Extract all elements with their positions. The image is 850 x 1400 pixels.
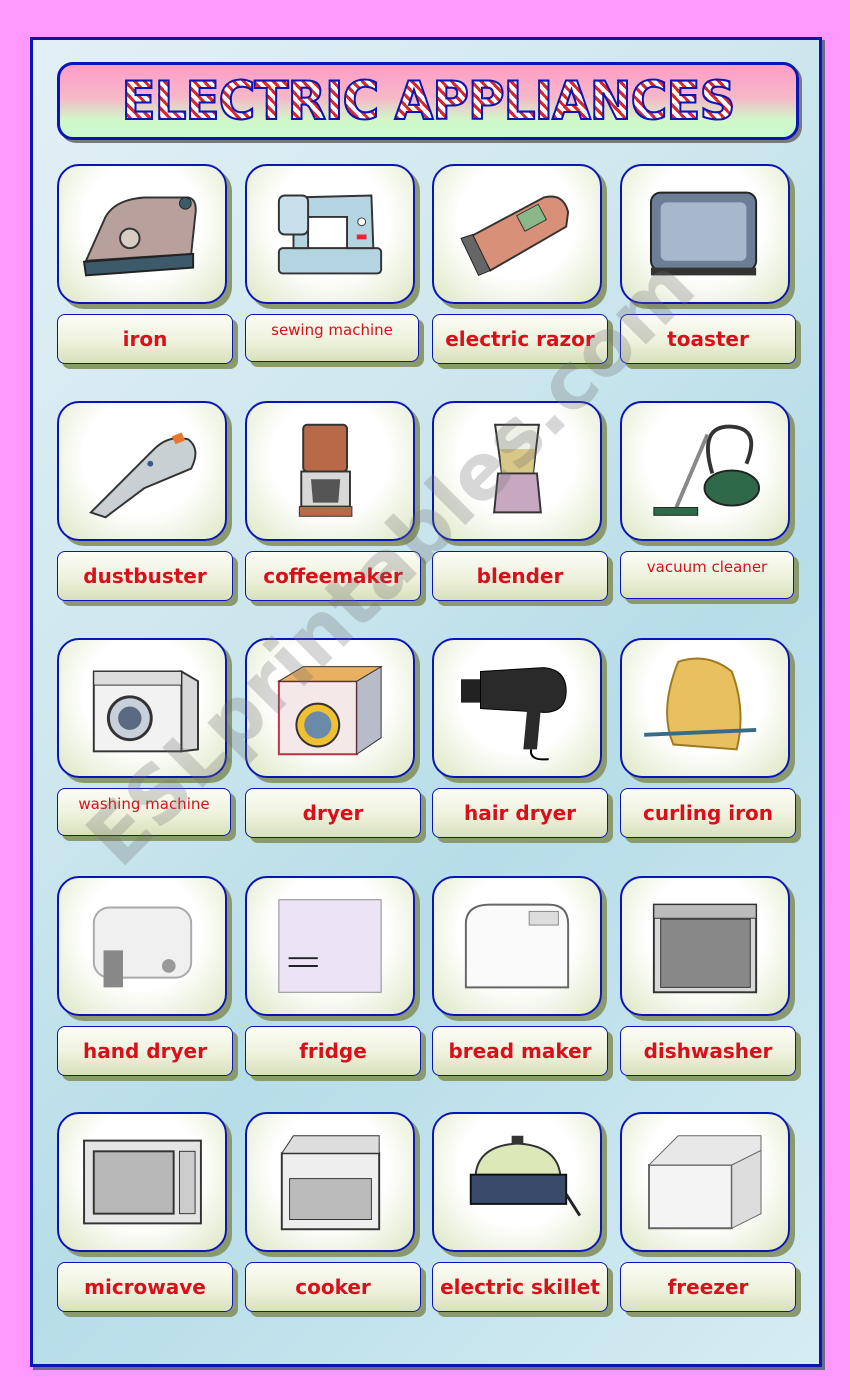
appliance-picture [57,401,227,541]
iron-icon [82,196,197,277]
appliance-picture [57,876,227,1016]
appliance-picture [57,638,227,778]
appliance-picture [245,638,415,778]
appliance-picture [57,1112,227,1252]
appliance-picture [620,876,790,1016]
appliance-label: vacuum cleaner [620,551,794,599]
appliance-label: microwave [57,1262,233,1312]
appliance-picture [245,401,415,541]
toaster-icon [649,191,758,276]
appliance-label: fridge [245,1026,421,1076]
appliance-label: cooker [245,1262,421,1312]
fridge-icon [278,899,382,993]
appliance-label: washing machine [57,788,231,836]
appliance-label: electric razor [432,314,608,364]
appliance-picture [432,638,602,778]
appliance-label: dustbuster [57,551,233,601]
appliance-picture [57,164,227,304]
appliance-label: hand dryer [57,1026,233,1076]
appliance-label: dryer [245,788,421,838]
appliance-label: blender [432,551,608,601]
appliance-picture [620,638,790,778]
appliance-label: electric skillet [432,1262,608,1312]
curling-iron-icon [644,657,757,751]
electric-skillet-icon [469,1135,582,1217]
vacuum-cleaner-icon [653,424,761,516]
page-title: ELECTRIC APPLIANCES [120,70,736,133]
title-banner: ELECTRIC APPLIANCES [57,62,799,140]
appliance-picture [432,401,602,541]
appliance-picture [432,164,602,304]
appliance-label: hair dryer [432,788,608,838]
bread-maker-icon [464,903,570,989]
dryer-icon [277,665,383,756]
coffeemaker-icon [298,423,353,517]
appliance-label: sewing machine [245,314,419,362]
appliance-picture [620,1112,790,1252]
appliance-picture [245,1112,415,1252]
appliance-picture [620,164,790,304]
blender-icon [493,423,542,514]
appliance-label: coffeemaker [245,551,421,601]
electric-razor-icon [460,195,570,277]
appliance-picture [245,164,415,304]
appliance-picture [432,876,602,1016]
appliance-label: dishwasher [620,1026,796,1076]
appliance-picture [245,876,415,1016]
hair-dryer-icon [461,667,567,761]
appliance-label: curling iron [620,788,796,838]
appliance-label: toaster [620,314,796,364]
cooker-icon [280,1135,381,1231]
hand-dryer-icon [92,906,193,988]
freezer-icon [647,1135,762,1230]
microwave-icon [83,1139,202,1225]
appliance-label: bread maker [432,1026,608,1076]
appliance-picture [432,1112,602,1252]
appliance-label: iron [57,314,233,364]
appliance-picture [620,401,790,541]
appliance-label: freezer [620,1262,796,1312]
dustbuster-icon [89,432,197,519]
dishwasher-icon [652,903,758,994]
worksheet-frame: ELECTRIC APPLIANCES iron sewing machine el… [30,37,822,1367]
sewing-machine-icon [277,194,383,275]
washing-machine-icon [92,669,199,753]
